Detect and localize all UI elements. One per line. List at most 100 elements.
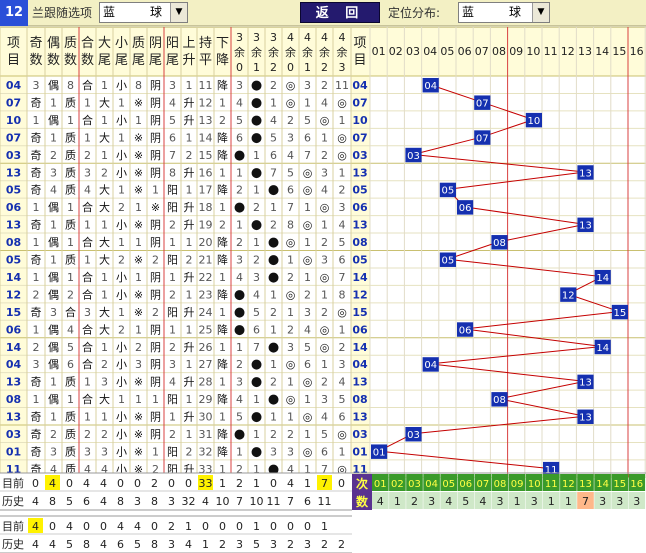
row-cell: 阳 [167,306,178,319]
row-cell: 合 [82,235,93,249]
row-cell: 阴 [150,271,161,284]
dist-header-13: 13 [578,45,592,58]
row-cell: ※ [134,376,143,389]
row-cell: 2 [169,428,176,441]
dist-header-10: 10 [526,45,540,58]
row-cell: 8 [67,79,74,92]
row-cell: 1 [304,236,311,249]
row-cell: 1 [101,149,108,162]
header-15-char-0: 3 [270,31,277,44]
stats2-current-value: 0 [236,520,243,533]
dist-ball-number: 04 [424,81,437,92]
row-cell: ◎ [286,393,296,406]
row-cell: 5 [321,428,328,441]
row-cell: 1 [304,271,311,284]
next-number: 02 [391,479,404,490]
row-cell: ◎ [337,96,347,109]
row-cell: 3 [236,376,243,389]
header-18-char-0: 4 [321,31,328,44]
row-cell: 1 [186,236,193,249]
row-cell: 7 [253,341,260,354]
row-cell: 1 [84,219,91,232]
row-cell: 升 [184,271,195,284]
row-cell: 1 [219,306,226,319]
row-cell: 2 [186,445,193,458]
row-cell: 1 [67,393,74,406]
row-cell: 1 [84,254,91,267]
row-cell: ※ [134,96,143,109]
row-cell: 大 [99,183,110,197]
stats2-history-value: 3 [304,538,311,551]
stats2-history-value: 2 [287,538,294,551]
row-cell: ◎ [337,306,347,319]
row-cell: 2 [67,288,74,301]
row-cell: 1 [169,271,176,284]
stats-current-value: 0 [134,477,141,490]
row-cell: 奇 [31,428,42,441]
dist-ball-number: 07 [476,98,489,109]
stats2-history-value: 2 [321,538,328,551]
stats2-current-value: 1 [321,520,328,533]
next-number: 09 [511,479,524,490]
row-issue-number-right: 13 [352,166,367,179]
row-cell: 2 [50,149,57,162]
row-cell: ◎ [286,79,296,92]
row-cell: 质 [65,411,76,424]
row-issue-number-right: 13 [352,376,367,389]
dist-ball-number: 14 [596,343,609,354]
header-11-char-0: 持 [199,36,212,51]
stats-history-label: 历史 [2,495,24,508]
row-cell: 1 [84,376,91,389]
row-cell: 阳 [167,393,178,406]
row-cell: 偶 [48,271,59,284]
row-cell: 小 [116,288,127,301]
row-cell: ◎ [320,114,330,127]
row-issue-number: 07 [6,131,21,144]
row-issue-number: 14 [6,271,22,284]
row-cell: 1 [219,96,226,109]
header-19-char-0: 4 [339,31,346,44]
row-cell: 1 [304,96,311,109]
next-count: 3 [633,495,640,508]
row-cell: ◎ [337,428,347,441]
row-cell: 3 [287,341,294,354]
row-cell: 2 [253,254,260,267]
row-cell: 3 [169,79,176,92]
stats-history-value: 10 [216,495,230,508]
row-cell: 1 [50,131,57,144]
row-cell: 奇 [31,166,42,179]
row-cell: 6 [304,131,311,144]
row-cell: 降 [217,148,228,162]
row-cell: 29 [199,393,213,406]
row-cell: 大 [99,305,110,319]
row-cell: 2 [118,254,125,267]
row-cell: 2 [219,219,226,232]
dist-header-02: 02 [389,45,403,58]
stats-current-value: 0 [185,477,192,490]
next-count: 2 [411,495,418,508]
stats-history-value: 8 [117,495,124,508]
next-count: 3 [497,495,504,508]
row-cell: 合 [65,305,76,319]
stats2-current-value: 0 [287,520,294,533]
row-cell: 4 [339,219,346,232]
row-cell: 11 [335,79,349,92]
dist-header-04: 04 [423,45,437,58]
stats-history-value: 7 [236,495,243,508]
row-cell: 大 [99,200,110,214]
row-cell: 奇 [31,445,42,458]
row-cell: 23 [199,288,213,301]
header-19-char-1: 余 [337,45,348,59]
row-issue-number-right: 13 [352,411,367,424]
row-cell: 1 [67,201,74,214]
stats-history-value: 8 [49,495,56,508]
row-cell: 阴 [150,236,161,249]
header-18-char-2: 2 [321,61,328,74]
row-cell: 1 [321,219,328,232]
dist-header-06: 06 [458,45,472,58]
row-cell: 阴 [150,131,161,144]
next-count: 3 [616,495,623,508]
row-cell: ※ [134,306,143,319]
stats2-history-value: 8 [83,538,90,551]
row-cell: 1 [118,96,125,109]
